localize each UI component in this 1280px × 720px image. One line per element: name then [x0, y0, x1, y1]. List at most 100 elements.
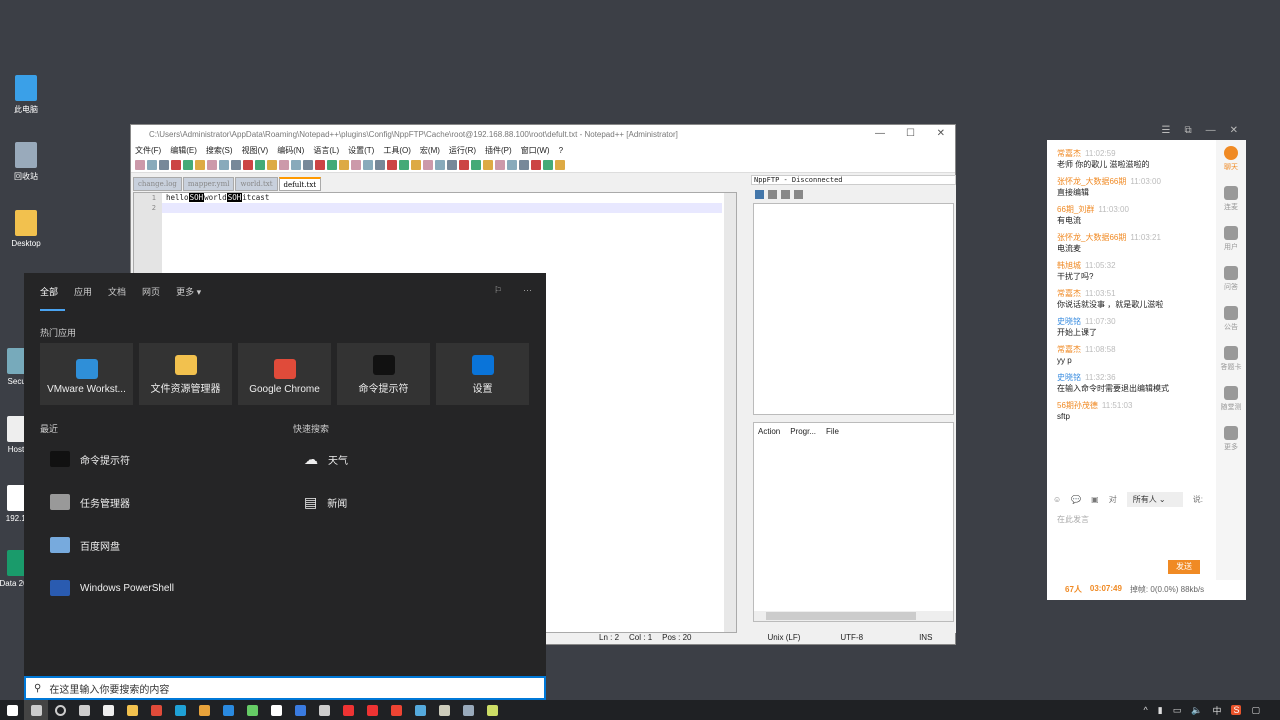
search-tab[interactable]: 全部 [40, 285, 58, 298]
sidebar-item[interactable]: 用户 [1216, 220, 1246, 260]
taskbar-app[interactable] [120, 700, 144, 720]
taskbar-app[interactable] [336, 700, 360, 720]
menu-item[interactable]: 运行(R) [449, 145, 476, 156]
toolbar-icon[interactable] [183, 159, 193, 170]
toolbar-icon[interactable] [231, 159, 241, 170]
send-button[interactable]: 发送 [1168, 560, 1200, 574]
recipient-select[interactable]: 所有人 ⌄ [1126, 492, 1183, 507]
sender-name[interactable]: 韩旭城 [1057, 261, 1081, 270]
sidebar-item[interactable]: 更多 [1216, 420, 1246, 460]
chat-input[interactable]: 在此发言 [1057, 514, 1089, 525]
toolbar-icon[interactable] [279, 159, 289, 170]
horizontal-scrollbar[interactable] [754, 611, 953, 621]
network-icon[interactable]: ▭ [1173, 705, 1182, 716]
taskbar-app[interactable] [408, 700, 432, 720]
notification-icon[interactable]: ▢ [1251, 705, 1260, 716]
toolbar-icon[interactable] [255, 159, 265, 170]
taskbar-app[interactable] [264, 700, 288, 720]
toolbar-icon[interactable] [387, 159, 397, 170]
desktop-icon[interactable]: 此电脑 [2, 75, 50, 115]
col-file[interactable]: File [826, 427, 839, 436]
menu-item[interactable]: ? [559, 146, 563, 155]
sogou-icon[interactable]: S [1231, 705, 1242, 715]
menu-item[interactable]: 编辑(E) [170, 145, 197, 156]
taskbar-app[interactable] [288, 700, 312, 720]
toolbar-icon[interactable] [195, 159, 205, 170]
taskbar-app[interactable] [456, 700, 480, 720]
tab-mapper-yml[interactable]: mapper.yml [182, 177, 235, 191]
sender-name[interactable]: 56期孙茂德 [1057, 401, 1098, 410]
toolbar-icon[interactable] [315, 159, 325, 170]
col-action[interactable]: Action [758, 427, 780, 436]
toolbar-icon[interactable] [219, 159, 229, 170]
toolbar-icon[interactable] [207, 159, 217, 170]
taskbar-app[interactable] [144, 700, 168, 720]
toolbar-icon[interactable] [267, 159, 277, 170]
queue-list[interactable]: Action Progr... File [753, 422, 954, 622]
toolbar-icon[interactable] [411, 159, 421, 170]
toolbar-icon[interactable] [135, 159, 145, 170]
search-tab[interactable]: 更多 ▾ [176, 285, 201, 298]
taskbar-app[interactable] [216, 700, 240, 720]
mic-icon[interactable]: ▮ [1158, 705, 1163, 716]
file-tree[interactable] [753, 203, 954, 415]
toolbar-icon[interactable] [447, 159, 457, 170]
menu-item[interactable]: 工具(O) [383, 145, 411, 156]
search-tab[interactable]: 应用 [74, 285, 92, 298]
desktop-icon[interactable]: 回收站 [2, 142, 50, 182]
recent-item[interactable]: Windows PowerShell [50, 580, 174, 596]
cortana-button[interactable] [48, 700, 72, 720]
sender-name[interactable]: 史晓铭 [1057, 317, 1081, 326]
taskbar-app[interactable] [312, 700, 336, 720]
task-view-button[interactable] [72, 700, 96, 720]
menu-item[interactable]: 宏(M) [420, 145, 440, 156]
chevron-up-icon[interactable]: ^ [1144, 705, 1148, 715]
menu-icon[interactable]: ☰ [1162, 125, 1171, 136]
menu-item[interactable]: 编码(N) [277, 145, 304, 156]
toolbar-icon[interactable] [531, 159, 541, 170]
sender-name[interactable]: 常嘉杰 [1057, 345, 1081, 354]
tab-change-log[interactable]: change.log [133, 177, 182, 191]
close-button[interactable]: ✕ [937, 128, 945, 139]
search-tab[interactable]: 网页 [142, 285, 160, 298]
sender-name[interactable]: 张怀龙_大数据66期 [1057, 233, 1126, 242]
taskbar-app[interactable] [432, 700, 456, 720]
start-button[interactable] [0, 700, 24, 720]
hot-app[interactable]: 文件资源管理器 [139, 343, 232, 405]
sender-name[interactable]: 张怀龙_大数据66期 [1057, 177, 1126, 186]
restore-icon[interactable]: ⧉ [1184, 125, 1191, 136]
sidebar-item[interactable]: 连麦 [1216, 180, 1246, 220]
toolbar-icon[interactable] [351, 159, 361, 170]
toolbar-icon[interactable] [543, 159, 553, 170]
menu-item[interactable]: 插件(P) [485, 145, 512, 156]
sidebar-item[interactable]: 答题卡 [1216, 340, 1246, 380]
toolbar-icon[interactable] [375, 159, 385, 170]
toolbar-icon[interactable] [399, 159, 409, 170]
tab-defult-txt[interactable]: defult.txt [278, 177, 322, 191]
toolbar-icon[interactable] [147, 159, 157, 170]
toolbar-icon[interactable] [423, 159, 433, 170]
toolbar-icon[interactable] [471, 159, 481, 170]
desktop-icon[interactable]: Desktop [2, 210, 50, 248]
emoji-icon[interactable]: ☺ [1053, 495, 1061, 504]
sidebar-item[interactable]: 问答 [1216, 260, 1246, 300]
bubble-icon[interactable]: 💬 [1071, 495, 1081, 504]
toolbar-icon[interactable] [291, 159, 301, 170]
toolbar-icon[interactable] [435, 159, 445, 170]
image-icon[interactable]: ▣ [1091, 495, 1099, 504]
volume-icon[interactable]: 🔈 [1191, 705, 1202, 716]
toolbar-icon[interactable] [519, 159, 529, 170]
toolbar-icon[interactable] [495, 159, 505, 170]
taskbar-app[interactable] [240, 700, 264, 720]
settings-icon[interactable] [794, 189, 803, 199]
toolbar-icon[interactable] [171, 159, 181, 170]
connect-icon[interactable] [755, 189, 764, 199]
tool-icon[interactable] [781, 189, 790, 199]
toolbar-icon[interactable] [339, 159, 349, 170]
taskbar-app[interactable] [96, 700, 120, 720]
toolbar-icon[interactable] [243, 159, 253, 170]
close-icon[interactable]: ✕ [1230, 125, 1238, 136]
recent-item[interactable]: 命令提示符 [50, 451, 130, 467]
ime-icon[interactable]: 中 [1212, 704, 1221, 717]
col-progress[interactable]: Progr... [790, 427, 816, 436]
